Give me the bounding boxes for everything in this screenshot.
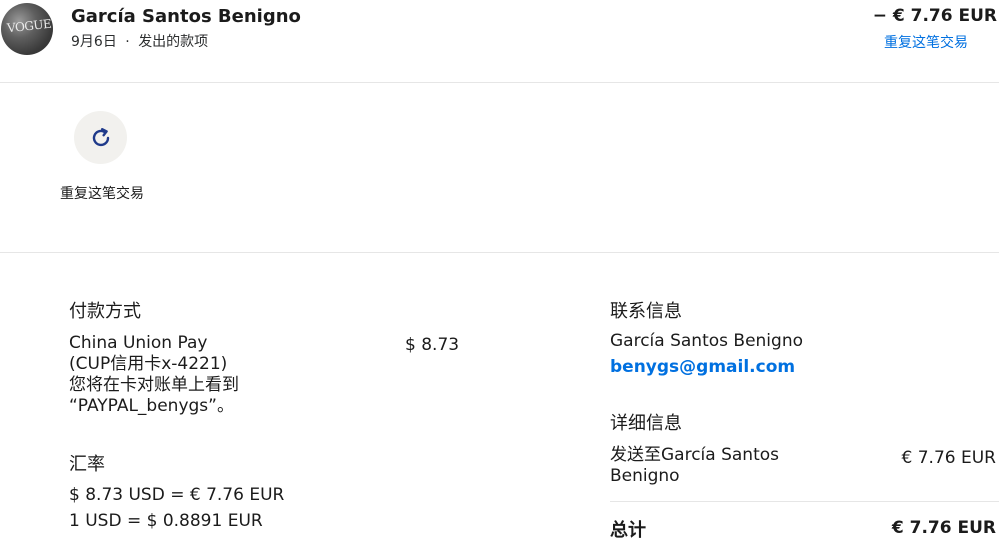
exchange-rate-heading: 汇率 bbox=[69, 454, 105, 475]
repeat-button-label[interactable]: 重复这笔交易 bbox=[60, 183, 144, 205]
transaction-type: 发出的款项 bbox=[138, 34, 209, 50]
payment-amount: $ 8.73 bbox=[405, 335, 460, 355]
transaction-date: 9月6日 bbox=[71, 34, 117, 50]
sent-amount: € 7.76 EUR bbox=[901, 448, 996, 468]
payment-method-text: China Union Pay (CUP信用卡x-4221) 您将在卡对账单上看… bbox=[69, 333, 239, 416]
payment-method-heading: 付款方式 bbox=[69, 301, 141, 322]
contact-email[interactable]: benygs@gmail.com bbox=[610, 357, 795, 377]
transaction-amount: − € 7.76 EUR bbox=[872, 6, 997, 26]
total-amount: € 7.76 EUR bbox=[891, 518, 996, 538]
repeat-button[interactable] bbox=[74, 111, 127, 164]
contact-name: García Santos Benigno bbox=[610, 331, 803, 351]
divider bbox=[0, 82, 999, 83]
refresh-icon bbox=[92, 127, 109, 146]
subline-separator: · bbox=[125, 34, 130, 50]
exchange-rate-unit: 1 USD = $ 0.8891 EUR bbox=[69, 511, 263, 531]
divider bbox=[0, 252, 999, 253]
repeat-transaction-link[interactable]: 重复这笔交易 bbox=[884, 32, 968, 52]
counterparty-name: García Santos Benigno bbox=[71, 6, 301, 27]
details-heading: 详细信息 bbox=[610, 413, 682, 434]
details-divider bbox=[610, 501, 999, 502]
sent-to: 发送至García Santos Benigno bbox=[610, 445, 780, 486]
avatar: VOGUE bbox=[1, 3, 53, 55]
total-label: 总计 bbox=[610, 520, 646, 541]
transaction-subline: 9月6日 · 发出的款项 bbox=[71, 31, 208, 51]
avatar-text: VOGUE bbox=[6, 16, 52, 36]
exchange-rate-line: $ 8.73 USD = € 7.76 EUR bbox=[69, 485, 285, 505]
contact-heading: 联系信息 bbox=[610, 301, 682, 322]
